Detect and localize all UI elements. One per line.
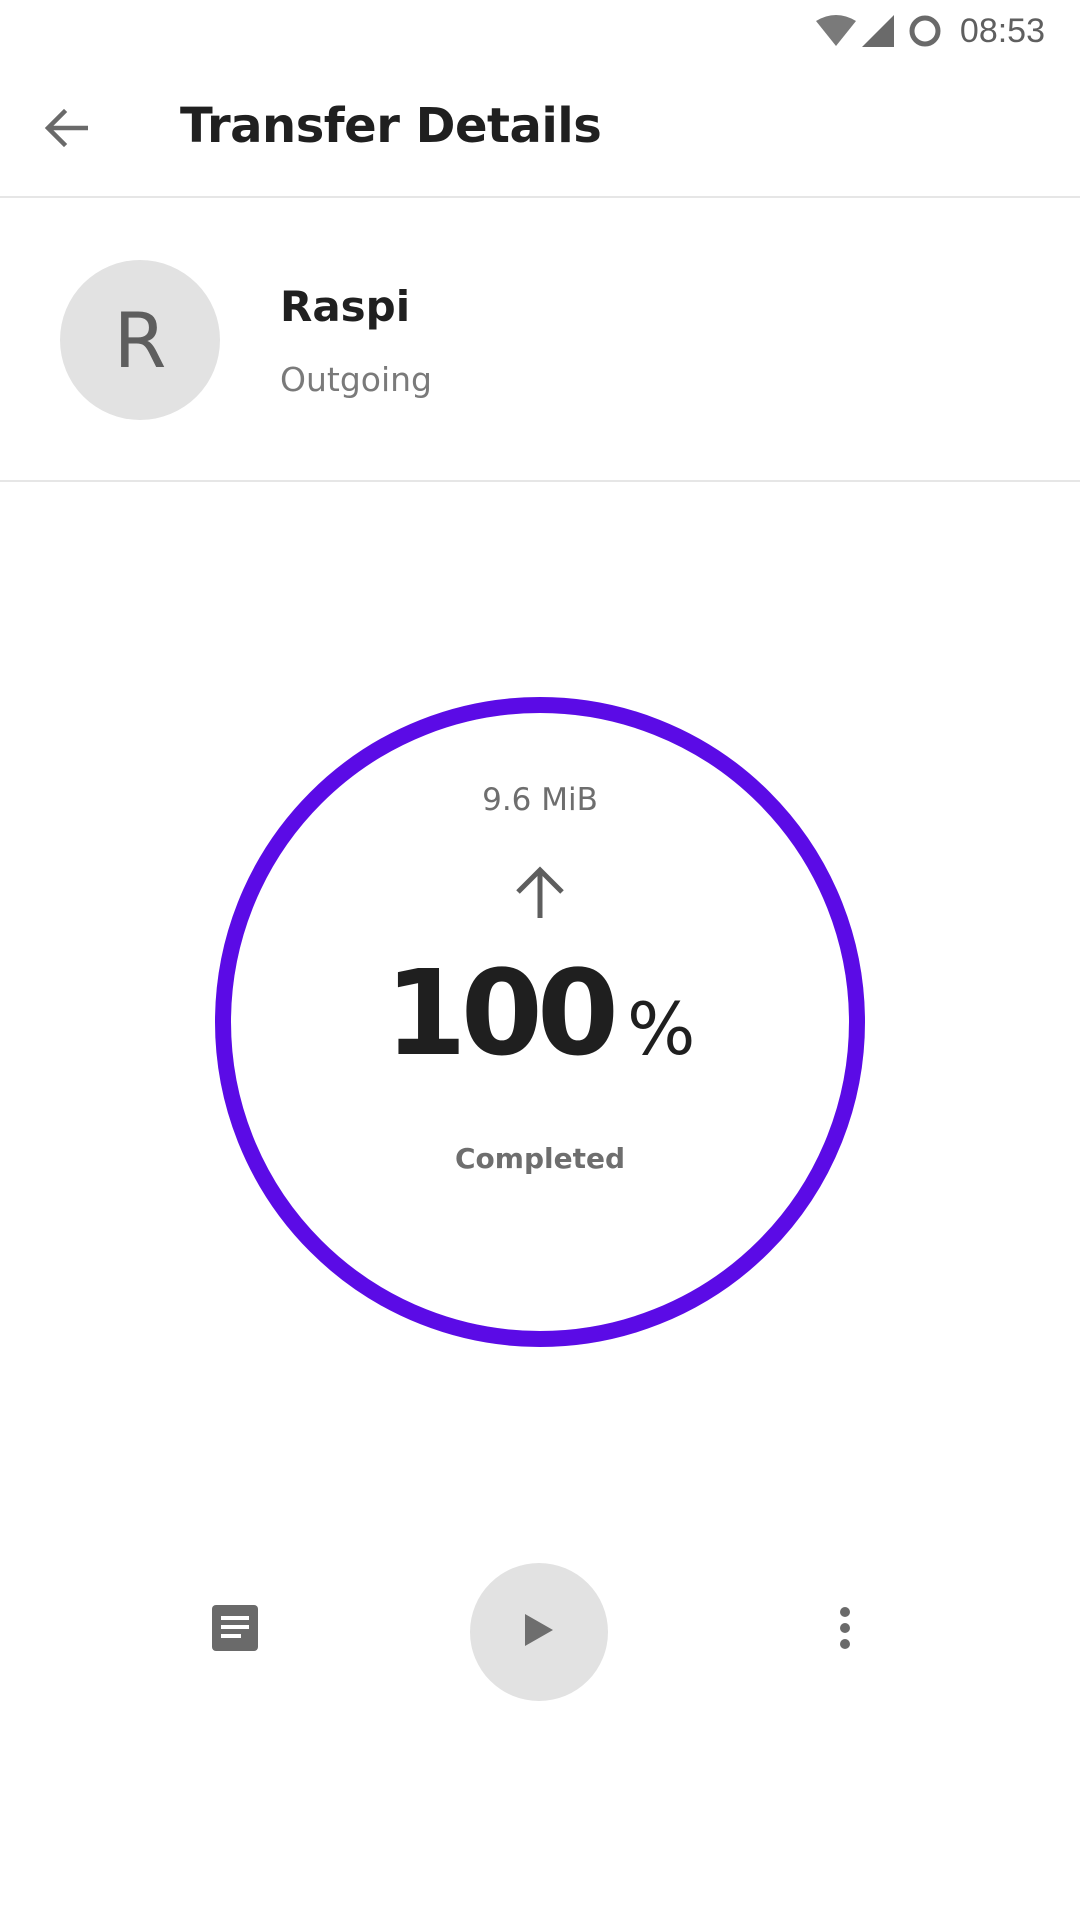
more-options-button[interactable]	[815, 1600, 875, 1660]
sync-ring-icon	[908, 14, 942, 48]
back-button[interactable]	[36, 100, 96, 160]
page-title: Transfer Details	[180, 98, 602, 154]
files-button[interactable]	[205, 1600, 265, 1660]
file-size: 9.6 MiB	[482, 782, 598, 818]
peer-card: R Raspi Outgoing	[0, 198, 1080, 482]
percent-row: 100%	[214, 944, 866, 1082]
avatar: R	[60, 260, 220, 420]
status-bar: 08:53	[0, 0, 1080, 62]
arrow-up-icon	[510, 862, 570, 922]
progress-indicator: 9.6 MiB 100% Completed	[214, 696, 866, 1348]
signal-icon	[861, 15, 894, 47]
toolbar: Transfer Details	[0, 62, 1080, 198]
action-bar	[0, 1560, 1080, 1701]
percent-sign: %	[626, 987, 696, 1071]
progress-percent: 100	[384, 944, 619, 1082]
arrow-back-icon	[44, 108, 89, 153]
status-time: 08:53	[959, 11, 1045, 50]
transfer-status: Completed	[454, 1142, 625, 1175]
wifi-icon	[815, 15, 856, 47]
peer-name: Raspi	[280, 282, 411, 331]
play-button[interactable]	[470, 1563, 608, 1701]
play-icon	[523, 1612, 555, 1653]
avatar-letter: R	[113, 295, 167, 385]
status-icons: 08:53	[815, 8, 1045, 54]
transfer-direction-label: Outgoing	[280, 360, 432, 399]
document-icon	[212, 1604, 258, 1656]
more-vertical-icon	[839, 1606, 851, 1655]
